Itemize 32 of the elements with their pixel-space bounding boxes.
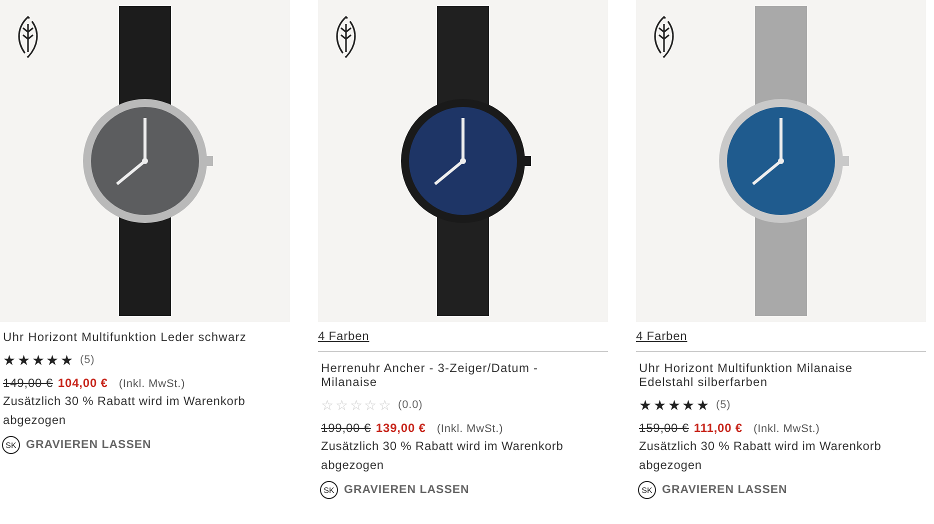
old-price: 199,00 € [321,421,371,435]
colors-link[interactable]: 4 Farben [318,329,370,343]
sale-price: 104,00 € [58,376,108,390]
product-photo[interactable] [0,0,290,322]
old-price: 149,00 € [3,376,53,390]
sk-badge-icon: SK [638,481,656,499]
sale-price: 111,00 € [694,421,743,435]
tax-note: (Inkl. MwSt.) [754,423,820,435]
product-photo[interactable] [318,0,608,322]
colors-link[interactable]: 4 Farben [636,329,688,343]
tax-note: (Inkl. MwSt.) [436,423,504,435]
discount-note: Zusätzlich 30 % Rabatt wird im Warenkorb abgezogen [639,438,882,474]
sk-badge-icon: SK [320,481,338,499]
sk-badge-icon: SK [2,436,20,454]
star-rating: ☆☆☆☆☆ [321,398,392,412]
engrave-button[interactable]: SK GRAVIEREN LASSEN [638,481,788,499]
sale-price: 139,00 € [376,421,426,435]
engrave-button[interactable]: SK GRAVIEREN LASSEN [320,481,470,499]
old-price: 159,00 € [639,421,689,435]
product-photo[interactable] [636,0,926,322]
product-title[interactable]: Uhr Horizont Multifunktion Milanaise Edelstahl silberfarben [639,361,901,389]
star-rating: ★★★★★ [3,353,74,367]
review-count: (5) [80,354,95,366]
review-count: (5) [716,399,731,411]
product-title[interactable]: Uhr Horizont Multifunktion Leder schwarz [3,330,265,344]
star-rating: ★★★★★ [639,398,710,412]
discount-note: Zusätzlich 30 % Rabatt wird im Warenkorb abgezogen [3,393,246,429]
review-count: (0.0) [398,399,423,411]
product-title[interactable]: Herrenuhr Ancher - 3-Zeiger/Datum - Milanaise [321,361,583,389]
discount-note: Zusätzlich 30 % Rabatt wird im Warenkorb abgezogen [321,438,564,474]
engrave-button[interactable]: SK GRAVIEREN LASSEN [2,436,152,454]
tax-note: (Inkl. MwSt.) [118,378,186,390]
